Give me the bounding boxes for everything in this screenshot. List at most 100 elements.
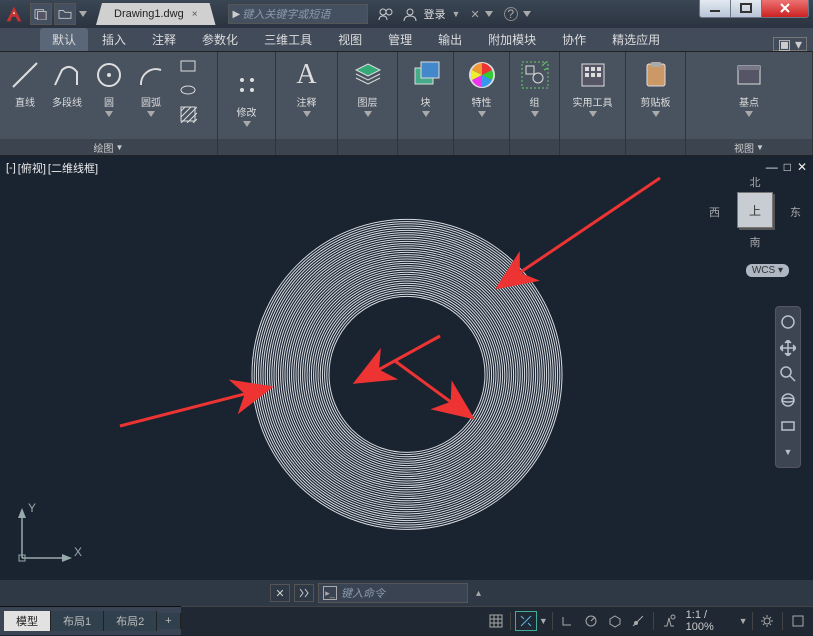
tool-properties[interactable]: 特性 bbox=[463, 56, 501, 119]
nav-zoom-icon[interactable] bbox=[779, 365, 797, 383]
exchange-dropdown-icon[interactable] bbox=[484, 3, 494, 25]
tool-modify[interactable]: 修改 bbox=[228, 66, 266, 129]
layout-tabs-row: 模型 布局1 布局2 + bbox=[0, 606, 181, 635]
tool-arc[interactable]: 圆弧 bbox=[132, 56, 170, 119]
nav-fullnav-icon[interactable] bbox=[779, 313, 797, 331]
tool-circle[interactable]: 圆 bbox=[90, 56, 128, 119]
qat-open-icon[interactable] bbox=[54, 3, 76, 25]
nav-showmotion-icon[interactable] bbox=[779, 417, 797, 435]
sb-scale-drop[interactable]: ▼ bbox=[739, 616, 748, 626]
tab-collab[interactable]: 协作 bbox=[550, 28, 598, 51]
tab-3dtools[interactable]: 三维工具 bbox=[252, 28, 324, 51]
qat-new-icon[interactable] bbox=[30, 3, 52, 25]
sb-otrack-icon[interactable] bbox=[628, 611, 650, 631]
maximize-button[interactable] bbox=[730, 0, 762, 18]
tool-basepoint[interactable]: 基点 bbox=[730, 56, 768, 119]
tool-polyline[interactable]: 多段线 bbox=[48, 56, 86, 111]
tool-group[interactable]: 组 bbox=[516, 56, 554, 119]
search-arrow-icon: ▶ bbox=[233, 9, 241, 20]
sb-ortho-icon[interactable] bbox=[557, 611, 579, 631]
layout-tab-model[interactable]: 模型 bbox=[4, 611, 51, 631]
sb-annoscale-icon[interactable] bbox=[658, 611, 680, 631]
ribbon-expander-icon[interactable]: ▣ ▾ bbox=[773, 37, 807, 51]
tab-parametric[interactable]: 参数化 bbox=[190, 28, 250, 51]
panel-title-view[interactable]: 视图 ▼ bbox=[686, 139, 812, 155]
tab-addons[interactable]: 附加模块 bbox=[476, 28, 548, 51]
search-placeholder: 键入关键字或短语 bbox=[242, 6, 330, 22]
command-input[interactable]: ▸_ 键入命令 bbox=[318, 583, 468, 603]
tab-featured[interactable]: 精选应用 bbox=[600, 28, 672, 51]
tool-block[interactable]: 块 bbox=[407, 56, 445, 119]
layout-tab-add[interactable]: + bbox=[157, 613, 180, 629]
sb-polar-icon[interactable] bbox=[580, 611, 602, 631]
vp-maximize-icon[interactable]: □ bbox=[784, 160, 791, 174]
close-document-icon[interactable]: × bbox=[192, 9, 198, 20]
panel-title-modify bbox=[218, 139, 275, 155]
tab-default[interactable]: 默认 bbox=[40, 28, 88, 51]
canvas[interactable]: Y X 北 西 东 南 上 WCS ▾ ▼ bbox=[0, 156, 813, 580]
tool-layer[interactable]: 图层 bbox=[349, 56, 387, 119]
ucs-icon: Y X bbox=[12, 498, 82, 568]
sb-snap-icon[interactable] bbox=[515, 611, 537, 631]
login-dropdown-icon[interactable]: ▼ bbox=[452, 9, 461, 19]
cmd-recent-icon[interactable] bbox=[294, 584, 314, 602]
panel-title-annotation bbox=[276, 139, 337, 155]
sb-scale-value[interactable]: 1:1 / 100% bbox=[682, 609, 737, 633]
tool-text[interactable]: A注释 bbox=[288, 56, 326, 119]
help-dropdown-icon[interactable] bbox=[522, 3, 532, 25]
qat-dropdown-icon[interactable] bbox=[78, 3, 88, 25]
tool-rectangle[interactable] bbox=[178, 56, 198, 76]
sb-gear-icon[interactable] bbox=[756, 611, 778, 631]
viewcube[interactable]: 北 西 东 南 上 bbox=[715, 174, 795, 246]
tool-hatch[interactable] bbox=[178, 104, 198, 124]
cmd-close-icon[interactable]: ✕ bbox=[270, 584, 290, 602]
tab-manage[interactable]: 管理 bbox=[376, 28, 424, 51]
tab-annotation[interactable]: 注释 bbox=[140, 28, 188, 51]
vp-close-icon[interactable]: ✕ bbox=[797, 160, 807, 174]
community-icon bbox=[376, 4, 396, 24]
layout-tab-1[interactable]: 布局1 bbox=[51, 611, 104, 631]
search-input[interactable]: ▶ 键入关键字或短语 bbox=[228, 4, 368, 24]
tool-utility[interactable]: 实用工具 bbox=[571, 56, 615, 119]
sb-workspace-icon[interactable] bbox=[787, 611, 809, 631]
document-tab[interactable]: Drawing1.dwg × bbox=[96, 3, 216, 25]
nav-orbit-icon[interactable] bbox=[779, 391, 797, 409]
viewcube-face[interactable]: 上 bbox=[737, 192, 773, 228]
wcs-badge[interactable]: WCS ▾ bbox=[746, 264, 789, 277]
ribbon: 直线 多段线 圆 圆弧 绘图 ▼ 修改 A注释 图层 块 bbox=[0, 52, 813, 156]
login-area[interactable]: 登录 ▼ ✕ ? bbox=[376, 3, 532, 25]
viewport-controls: — □ ✕ bbox=[766, 160, 807, 174]
ribbon-tabs: 默认 插入 注释 参数化 三维工具 视图 管理 输出 附加模块 协作 精选应用 … bbox=[0, 28, 813, 52]
annotation-arrows bbox=[0, 156, 813, 580]
document-name: Drawing1.dwg bbox=[114, 8, 184, 20]
panel-title-clipboard bbox=[626, 139, 685, 155]
quick-access-toolbar bbox=[30, 3, 88, 25]
sb-snap-drop[interactable]: ▼ bbox=[539, 616, 548, 626]
nav-dropdown-icon[interactable]: ▼ bbox=[779, 443, 797, 461]
cmd-expand-icon[interactable]: ▴ bbox=[476, 588, 481, 599]
drawing-viewport[interactable]: [-] [俯视] [二维线框] — □ ✕ Y X bbox=[0, 156, 813, 580]
exchange-icon[interactable]: ✕ bbox=[470, 8, 479, 21]
sb-isodraft-icon[interactable] bbox=[604, 611, 626, 631]
layout-tab-2[interactable]: 布局2 bbox=[104, 611, 157, 631]
viewport-label[interactable]: [-] [俯视] [二维线框] bbox=[6, 160, 98, 176]
close-button[interactable] bbox=[761, 0, 809, 18]
vp-minimize-icon[interactable]: — bbox=[766, 160, 778, 174]
tab-view[interactable]: 视图 bbox=[326, 28, 374, 51]
panel-title-utility bbox=[560, 139, 625, 155]
sb-grid-icon[interactable] bbox=[485, 611, 507, 631]
cmd-prompt-icon: ▸_ bbox=[323, 586, 337, 600]
command-line-row: ✕ ▸_ 键入命令 ▴ bbox=[0, 580, 813, 606]
tool-ellipse[interactable] bbox=[178, 80, 198, 100]
panel-title-properties bbox=[454, 139, 509, 155]
nav-pan-icon[interactable] bbox=[779, 339, 797, 357]
svg-text:X: X bbox=[74, 545, 82, 559]
minimize-button[interactable] bbox=[699, 0, 731, 18]
tool-clipboard[interactable]: 剪贴板 bbox=[637, 56, 675, 119]
tab-output[interactable]: 输出 bbox=[426, 28, 474, 51]
tab-insert[interactable]: 插入 bbox=[90, 28, 138, 51]
help-icon[interactable]: ? bbox=[504, 7, 518, 21]
panel-title-draw[interactable]: 绘图 ▼ bbox=[0, 139, 217, 155]
app-logo[interactable] bbox=[0, 0, 28, 28]
tool-line[interactable]: 直线 bbox=[6, 56, 44, 111]
